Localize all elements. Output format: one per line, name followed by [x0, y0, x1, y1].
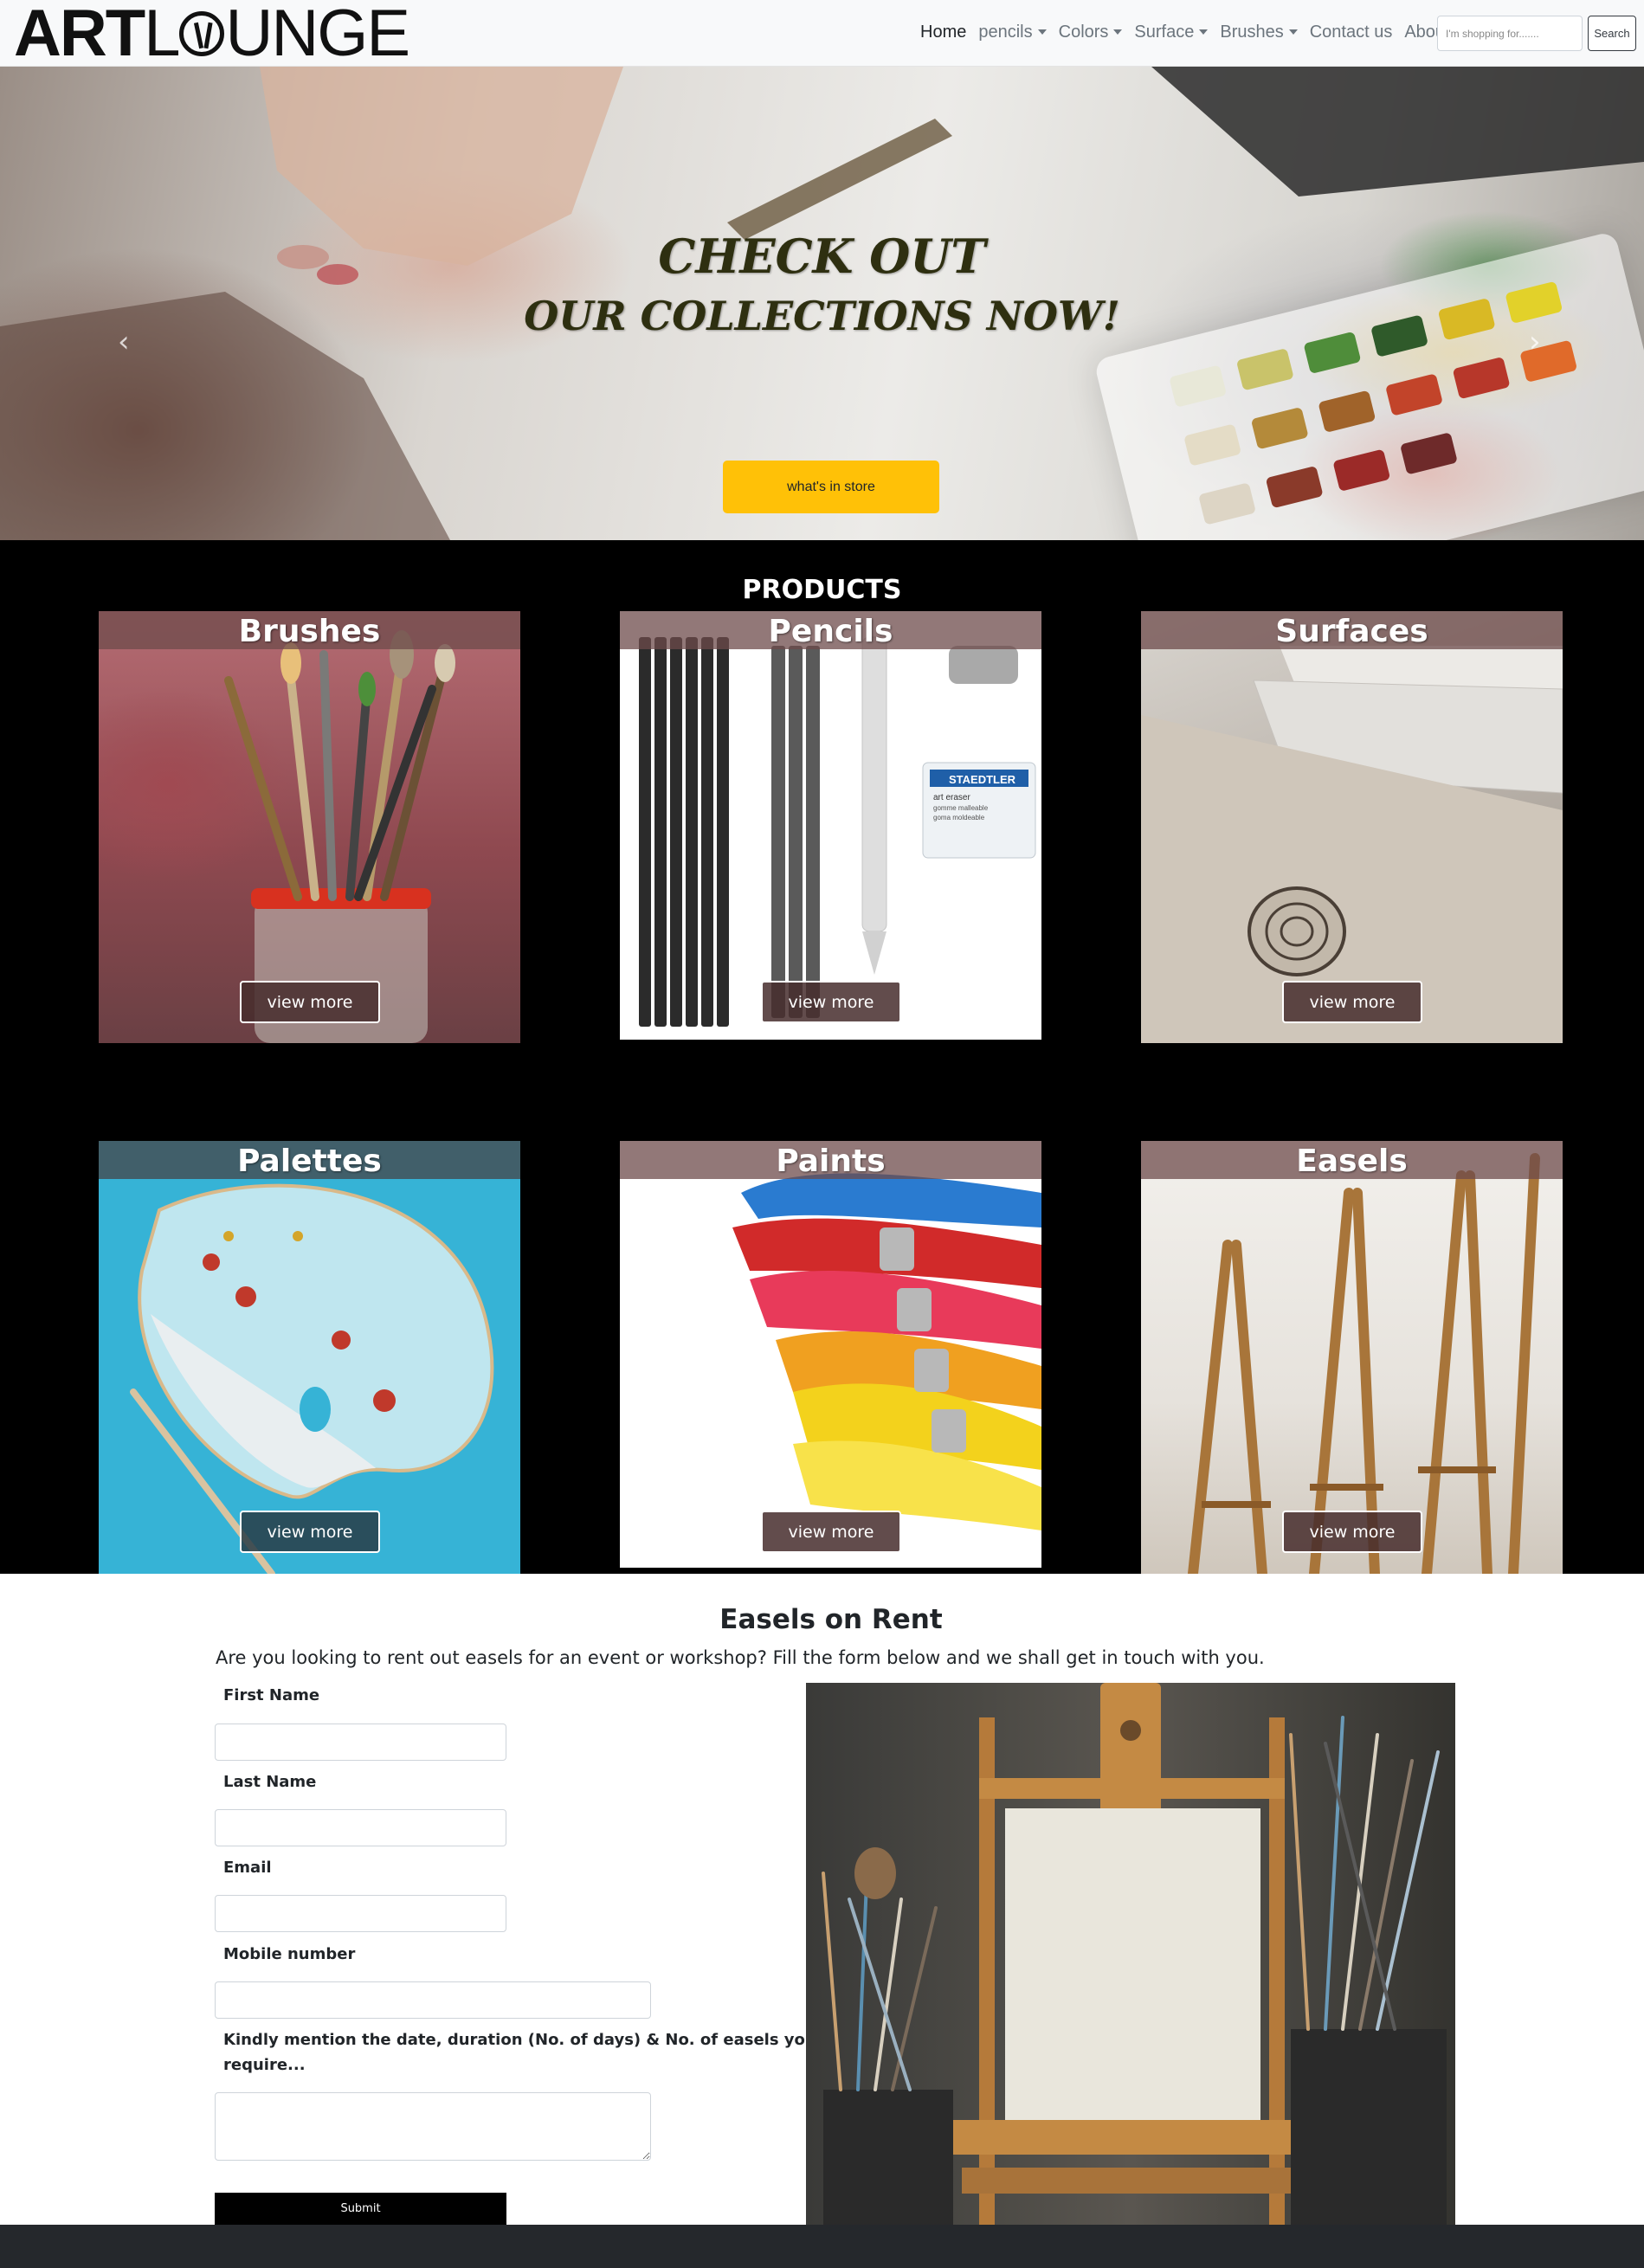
nav-contact-label: Contact us [1309, 23, 1393, 42]
page-footer [0, 2225, 1644, 2268]
mobile-label: Mobile number [223, 1945, 356, 1963]
view-more-surfaces-button[interactable]: view more [1282, 981, 1422, 1023]
card-title-brushes: Brushes [238, 614, 381, 649]
caret-down-icon [1113, 29, 1123, 35]
first-name-field[interactable] [215, 1724, 506, 1761]
last-name-label: Last Name [223, 1773, 317, 1791]
easel-with-brushes-image [822, 1683, 1447, 2225]
artlounge-logo[interactable]: ART L UNGE [14, 0, 410, 70]
search-input[interactable] [1437, 16, 1583, 51]
logo-lounge-text: UNGE [225, 0, 410, 70]
nav-surface-label: Surface [1134, 23, 1195, 42]
wooden-easels-image [1188, 1153, 1540, 1574]
product-card-palettes[interactable]: Palettes view more [99, 1141, 520, 1574]
caret-down-icon [1037, 29, 1047, 35]
last-name-field[interactable] [215, 1809, 506, 1846]
product-card-pencils[interactable]: STAEDTLER art eraser gomme malleable gom… [620, 611, 1041, 1040]
resin-palette-image [130, 1183, 494, 1574]
card-title-easels: Easels [1296, 1144, 1408, 1179]
nav-colors-label: Colors [1058, 23, 1109, 42]
rental-details-textarea[interactable] [215, 2092, 651, 2161]
card-title-surfaces: Surfaces [1275, 614, 1428, 649]
product-card-brushes[interactable]: Brushes view more [99, 611, 520, 1043]
email-field[interactable] [215, 1895, 506, 1932]
card-title-pencils: Pencils [768, 614, 893, 649]
mobile-field[interactable] [215, 1981, 651, 2019]
pencils-image [639, 636, 1036, 1027]
email-label: Email [223, 1859, 272, 1877]
products-heading: PRODUCTS [742, 575, 902, 605]
caret-down-icon [1199, 29, 1209, 35]
search-button[interactable]: Search [1588, 16, 1636, 51]
caret-down-icon [1288, 29, 1298, 35]
view-more-pencils-button[interactable]: view more [761, 981, 901, 1023]
canvas-surfaces-image [1141, 646, 1563, 1043]
nav-pencils-label: pencils [978, 23, 1033, 42]
nav-brushes-label: Brushes [1220, 23, 1284, 42]
paintbrush-logo-icon [179, 11, 225, 56]
brushes-jar-image [224, 630, 455, 1043]
main-nav: Home pencils Colors Surface Brushes Cont… [920, 23, 1462, 42]
eraser-label-1: art eraser [933, 793, 970, 802]
eraser-label-3: goma moldeable [933, 814, 985, 822]
navbar: ART L UNGE Home pencils Colors Surface B… [0, 0, 1644, 67]
view-more-paints-button[interactable]: view more [761, 1511, 901, 1553]
nav-pencils[interactable]: pencils [978, 23, 1047, 42]
nav-home-label: Home [920, 23, 967, 42]
logo-lounge-l: L [144, 0, 180, 70]
easel-canvas-photo [806, 1683, 1455, 2225]
card-title-palettes: Palettes [237, 1144, 382, 1179]
details-label-line2: require... [223, 2056, 306, 2074]
details-label-line1: Kindly mention the date, duration (No. o… [223, 2031, 816, 2049]
view-more-easels-button[interactable]: view more [1282, 1511, 1422, 1553]
easels-on-rent-heading: Easels on Rent [719, 1604, 943, 1635]
rent-intro-text: Are you looking to rent out easels for a… [216, 1647, 1265, 1668]
product-card-easels[interactable]: Easels view more [1141, 1141, 1563, 1574]
product-card-paints[interactable]: Paints view more [620, 1141, 1041, 1568]
staedtler-brand-label: STAEDTLER [949, 773, 1016, 786]
nav-home[interactable]: Home [920, 23, 966, 42]
hero-title-line2: OUR COLLECTIONS NOW! [524, 293, 1120, 339]
nav-surface[interactable]: Surface [1134, 23, 1209, 42]
whats-in-store-button[interactable]: what's in store [723, 461, 939, 513]
submit-button[interactable]: Submit [215, 2193, 506, 2225]
logo-art-text: ART [14, 0, 145, 70]
view-more-palettes-button[interactable]: view more [240, 1511, 380, 1553]
nav-colors[interactable]: Colors [1059, 23, 1123, 42]
first-name-label: First Name [223, 1686, 320, 1704]
nav-contact[interactable]: Contact us [1310, 23, 1393, 42]
nav-brushes[interactable]: Brushes [1220, 23, 1298, 42]
product-card-surfaces[interactable]: Surfaces view more [1141, 611, 1563, 1043]
eraser-label-2: gomme malleable [933, 804, 989, 812]
card-title-paints: Paints [776, 1144, 886, 1179]
view-more-brushes-button[interactable]: view more [240, 981, 380, 1023]
paint-tubes-image [732, 1173, 1041, 1530]
hero-title-line1: CHECK OUT [658, 229, 986, 284]
